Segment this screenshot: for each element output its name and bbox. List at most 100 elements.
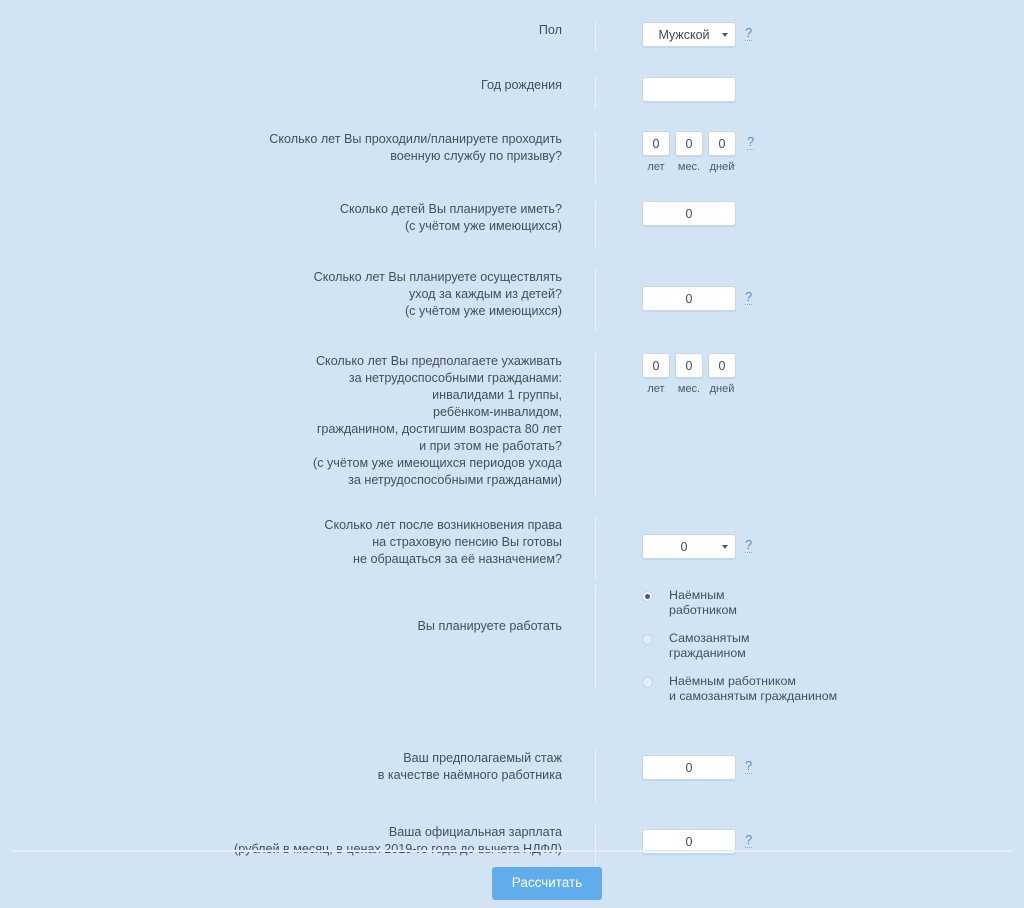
military-help-icon[interactable]: ? [747,135,755,150]
disabled-care-label-line3: инвалидами 1 группы, [432,388,562,402]
row-disabled-care: Сколько лет Вы предполагаете ухаживать з… [0,353,1024,497]
pension-calculator-form: Пол Мужской ? Год рождения Сколько лет В… [0,22,1024,878]
children-count-label-group: Сколько детей Вы планируете иметь? (с уч… [0,201,580,235]
work-type-label: Вы планируете работать [417,619,562,633]
deferral-selected-value: 0 [680,539,688,554]
disabled-care-field: лет мес. дней [596,353,1024,395]
deferral-label-line3: не обращаться за её назначением? [353,552,562,566]
children-care-label-line3: (с учётом уже имеющихся) [404,304,562,318]
disabled-care-years-input[interactable] [642,353,670,378]
radio-icon [642,591,653,602]
military-years-unit: лет [647,161,665,173]
row-work-type: Вы планируете работать Наёмным работнико… [0,585,1024,704]
children-care-label-group: Сколько лет Вы планируете осуществлять у… [0,269,580,320]
gender-label: Пол [538,23,562,37]
work-type-radio-group: Наёмным работником Самозанятым гражданин… [642,585,837,704]
military-months-cell: мес. [675,131,703,173]
calculate-button[interactable]: Рассчитать [491,867,603,900]
disabled-care-label-line8: за нетрудоспособными гражданами) [348,473,562,487]
work-type-option-selfemployed[interactable]: Самозанятым гражданином [642,631,837,661]
work-type-option-selfemployed-line2: гражданином [669,646,746,660]
military-months-unit: мес. [677,161,701,173]
gender-selected-value: Мужской [658,27,710,42]
salary-label-line1: Ваша официальная зарплата [388,825,562,839]
children-count-label-line2: (с учётом уже имеющихся) [404,219,562,233]
disabled-care-months-cell: мес. [675,353,703,395]
disabled-care-days-unit: дней [709,383,735,395]
radio-icon [642,634,653,645]
children-count-input[interactable] [642,201,736,226]
work-type-field: Наёмным работником Самозанятым гражданин… [596,585,1024,704]
military-years-input[interactable] [642,131,670,156]
children-count-field [596,201,1024,226]
gender-select[interactable]: Мужской [642,22,736,47]
work-type-label-group: Вы планируете работать [0,585,580,635]
disabled-care-label-line6: и при этом не работать? [419,439,562,453]
gender-help-icon[interactable]: ? [745,26,753,41]
disabled-care-label-line5: гражданином, достигшим возраста 80 лет [316,422,562,436]
military-years-cell: лет [642,131,670,173]
salary-label-group: Ваша официальная зарплата (рублей в меся… [0,824,580,858]
work-type-option-selfemployed-line1: Самозанятым [669,631,750,645]
experience-field: ? [596,750,1024,780]
disabled-care-label-group: Сколько лет Вы предполагаете ухаживать з… [0,353,580,489]
deferral-label-line1: Сколько лет после возникновения права [324,518,562,532]
disabled-care-label-line2: за нетрудоспособными гражданами: [348,371,562,385]
work-type-option-selfemployed-label: Самозанятым гражданином [669,631,749,661]
work-type-option-employee-label: Наёмным работником [669,588,737,618]
salary-help-icon[interactable]: ? [745,833,753,848]
experience-label-line1: Ваш предполагаемый стаж [403,751,562,765]
birth-year-input[interactable] [642,77,736,102]
disabled-care-years-unit: лет [647,383,665,395]
work-type-option-employee-line2: работником [669,603,737,617]
military-label-line1: Сколько лет Вы проходили/планируете прох… [269,132,562,146]
experience-input[interactable] [642,755,736,780]
children-care-label-line2: уход за каждым из детей? [409,287,562,301]
gender-field: Мужской ? [596,22,1024,47]
children-care-label-line1: Сколько лет Вы планируете осуществлять [313,270,562,284]
disabled-care-years-cell: лет [642,353,670,395]
row-children-count: Сколько детей Вы планируете иметь? (с уч… [0,201,1024,249]
disabled-care-months-input[interactable] [675,353,703,378]
military-days-cell: дней [708,131,736,173]
disabled-care-label-line1: Сколько лет Вы предполагаете ухаживать [315,354,562,368]
birth-year-field [596,77,1024,102]
deferral-help-icon[interactable]: ? [745,538,753,553]
military-days-input[interactable] [708,131,736,156]
deferral-label-line2: на страховую пенсию Вы готовы [372,535,562,549]
deferral-label-group: Сколько лет после возникновения права на… [0,517,580,568]
children-care-help-icon[interactable]: ? [745,290,753,305]
work-type-option-employee[interactable]: Наёмным работником [642,588,837,618]
children-care-input[interactable] [642,286,736,311]
military-months-input[interactable] [675,131,703,156]
row-experience: Ваш предполагаемый стаж в качестве наёмн… [0,750,1024,802]
children-care-field: ? [596,269,1024,311]
footer-actions: Рассчитать [0,867,1024,900]
experience-help-icon[interactable]: ? [745,759,753,774]
birth-year-label-group: Год рождения [0,77,580,94]
row-children-care: Сколько лет Вы планируете осуществлять у… [0,269,1024,331]
children-count-label-line1: Сколько детей Вы планируете иметь? [339,202,562,216]
military-label-line2: военную службу по призыву? [390,149,562,163]
experience-label-line2: в качестве наёмного работника [377,768,562,782]
deferral-field: 0 ? [596,517,1024,559]
birth-year-label: Год рождения [480,78,562,92]
military-days-unit: дней [709,161,735,173]
deferral-select[interactable]: 0 [642,534,736,559]
disabled-care-months-unit: мес. [677,383,701,395]
disabled-care-duration-inputs: лет мес. дней [642,353,741,395]
row-pension-deferral: Сколько лет после возникновения права на… [0,517,1024,579]
work-type-option-employee-line1: Наёмным [669,588,725,602]
footer-separator [12,850,1012,852]
disabled-care-label-line7: (с учётом уже имеющихся периодов ухода [313,456,562,470]
radio-icon [642,677,653,688]
work-type-option-both[interactable]: Наёмным работником и самозанятым граждан… [642,674,837,704]
row-gender: Пол Мужской ? [0,22,1024,52]
work-type-option-both-line1: Наёмным работником [669,674,796,688]
experience-label-group: Ваш предполагаемый стаж в качестве наёмн… [0,750,580,784]
gender-label-group: Пол [0,22,580,39]
work-type-option-both-label: Наёмным работником и самозанятым граждан… [669,674,837,704]
row-military-service: Сколько лет Вы проходили/планируете прох… [0,131,1024,183]
disabled-care-days-input[interactable] [708,353,736,378]
disabled-care-label-line4: ребёнком-инвалидом, [433,405,562,419]
